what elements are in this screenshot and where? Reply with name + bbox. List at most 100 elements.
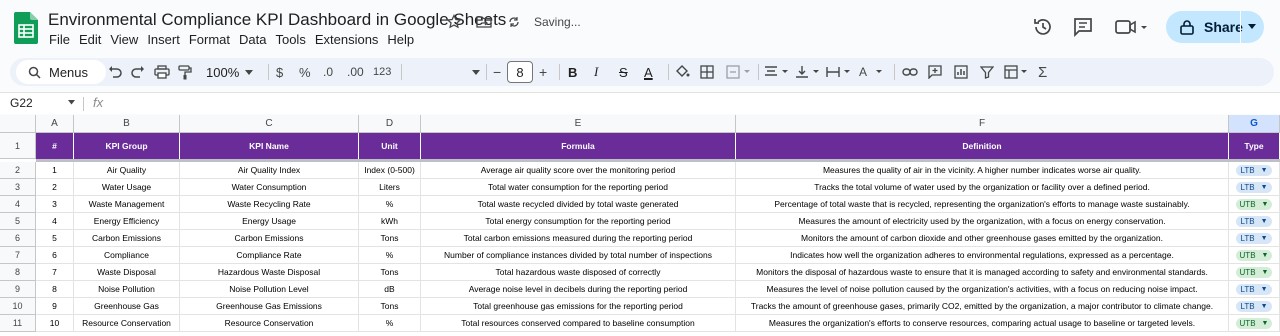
cell-formula[interactable]: Average air quality score over the monit…: [421, 162, 736, 179]
cell-n[interactable]: 7: [36, 264, 74, 281]
cell-formula[interactable]: Total resources conserved compared to ba…: [421, 315, 736, 332]
row-header[interactable]: 8: [0, 264, 36, 281]
row-header[interactable]: 11: [0, 315, 36, 332]
chevron-down-icon[interactable]: ▼: [1262, 201, 1269, 208]
cell-group[interactable]: Noise Pollution: [74, 281, 180, 298]
cell-definition[interactable]: Percentage of total waste that is recycl…: [736, 196, 1229, 213]
row-header[interactable]: 4: [0, 196, 36, 213]
cell-formula[interactable]: Total water consumption for the reportin…: [421, 179, 736, 196]
menu-view[interactable]: View: [109, 32, 143, 47]
cell-unit[interactable]: dB: [359, 281, 421, 298]
chevron-down-icon[interactable]: [68, 100, 75, 105]
menu-format[interactable]: Format: [188, 32, 235, 47]
cell-name[interactable]: Energy Usage: [180, 213, 359, 230]
menu-tools[interactable]: Tools: [274, 32, 310, 47]
select-all-corner[interactable]: [0, 115, 36, 133]
chevron-down-icon[interactable]: ▼: [1262, 269, 1269, 276]
cell-n[interactable]: 3: [36, 196, 74, 213]
move-folder-icon[interactable]: [474, 12, 494, 32]
chevron-down-icon[interactable]: [1248, 24, 1256, 30]
header-type[interactable]: Type: [1229, 133, 1280, 159]
type-chip[interactable]: UTB ▼: [1235, 266, 1273, 278]
header-number[interactable]: #: [36, 133, 74, 159]
cell-group[interactable]: Waste Disposal: [74, 264, 180, 281]
decrease-decimal-button[interactable]: .0: [323, 58, 333, 86]
type-dropdown-cell[interactable]: LTB ▼: [1229, 162, 1280, 179]
cell-group[interactable]: Waste Management: [74, 196, 180, 213]
column-header-d[interactable]: D: [359, 115, 421, 133]
cell-unit[interactable]: Liters: [359, 179, 421, 196]
cell-unit[interactable]: %: [359, 315, 421, 332]
cell-name[interactable]: Compliance Rate: [180, 247, 359, 264]
merge-cells-icon[interactable]: [726, 58, 752, 86]
text-color-button[interactable]: A: [644, 58, 653, 86]
vertical-align-icon[interactable]: [795, 58, 823, 86]
type-chip[interactable]: UTB ▼: [1235, 317, 1273, 329]
cell-unit[interactable]: Tons: [359, 298, 421, 315]
type-dropdown-cell[interactable]: UTB ▼: [1229, 264, 1280, 281]
header-formula[interactable]: Formula: [421, 133, 736, 159]
menu-file[interactable]: File: [48, 32, 75, 47]
cell-group[interactable]: Air Quality: [74, 162, 180, 179]
cell-name[interactable]: Carbon Emissions: [180, 230, 359, 247]
menu-edit[interactable]: Edit: [78, 32, 106, 47]
cell-unit[interactable]: kWh: [359, 213, 421, 230]
horizontal-align-icon[interactable]: [764, 58, 792, 86]
cell-definition[interactable]: Measures the level of noise pollution ca…: [736, 281, 1229, 298]
meet-icon[interactable]: [1114, 14, 1148, 40]
sheets-logo-icon[interactable]: [14, 12, 38, 44]
type-chip[interactable]: LTB ▼: [1236, 283, 1272, 295]
cell-n[interactable]: 6: [36, 247, 74, 264]
row-header[interactable]: 5: [0, 213, 36, 230]
search-menus[interactable]: Menus: [16, 60, 106, 84]
type-dropdown-cell[interactable]: LTB ▼: [1229, 230, 1280, 247]
cell-n[interactable]: 10: [36, 315, 74, 332]
cell-unit[interactable]: %: [359, 247, 421, 264]
paint-format-icon[interactable]: [178, 58, 192, 86]
increase-font-size-button[interactable]: +: [539, 58, 547, 86]
text-wrap-icon[interactable]: [826, 58, 854, 86]
row-header[interactable]: 6: [0, 230, 36, 247]
type-dropdown-cell[interactable]: UTB ▼: [1229, 315, 1280, 332]
insert-comment-icon[interactable]: [928, 58, 942, 86]
share-button[interactable]: Share: [1166, 11, 1264, 43]
type-chip[interactable]: LTB ▼: [1236, 181, 1272, 193]
header-kpi-name[interactable]: KPI Name: [180, 133, 359, 159]
cell-unit[interactable]: Tons: [359, 230, 421, 247]
type-dropdown-cell[interactable]: LTB ▼: [1229, 298, 1280, 315]
cell-definition[interactable]: Measures the quality of air in the vicin…: [736, 162, 1229, 179]
cell-definition[interactable]: Measures the organization's efforts to c…: [736, 315, 1229, 332]
cell-unit[interactable]: Tons: [359, 264, 421, 281]
cell-name[interactable]: Noise Pollution Level: [180, 281, 359, 298]
column-header-e[interactable]: E: [421, 115, 736, 133]
header-unit[interactable]: Unit: [359, 133, 421, 159]
insert-chart-icon[interactable]: [954, 58, 968, 86]
cell-formula[interactable]: Total greenhouse gas emissions for the r…: [421, 298, 736, 315]
row-header[interactable]: 9: [0, 281, 36, 298]
cell-name[interactable]: Air Quality Index: [180, 162, 359, 179]
cell-name[interactable]: Water Consumption: [180, 179, 359, 196]
cell-unit[interactable]: %: [359, 196, 421, 213]
menu-help[interactable]: Help: [386, 32, 419, 47]
type-chip[interactable]: UTB ▼: [1235, 198, 1273, 210]
cell-name[interactable]: Resource Conservation: [180, 315, 359, 332]
chevron-down-icon[interactable]: ▼: [1261, 167, 1268, 174]
cell-formula[interactable]: Average noise level in decibels during t…: [421, 281, 736, 298]
type-chip[interactable]: LTB ▼: [1236, 215, 1272, 227]
redo-icon[interactable]: [131, 58, 145, 86]
borders-icon[interactable]: [700, 58, 714, 86]
spreadsheet-grid[interactable]: A B C D E F G 1 # KPI Group KPI Name Unit Formula Def…: [0, 115, 1280, 336]
undo-icon[interactable]: [108, 58, 122, 86]
row-header[interactable]: 7: [0, 247, 36, 264]
type-chip[interactable]: LTB ▼: [1236, 300, 1272, 312]
column-header-c[interactable]: C: [180, 115, 359, 133]
cell-formula[interactable]: Total waste recycled divided by total wa…: [421, 196, 736, 213]
increase-decimal-button[interactable]: .00: [347, 58, 364, 86]
cell-definition[interactable]: Tracks the amount of greenhouse gases, p…: [736, 298, 1229, 315]
chevron-down-icon[interactable]: ▼: [1262, 252, 1269, 259]
strikethrough-button[interactable]: S: [619, 58, 628, 86]
cell-formula[interactable]: Number of compliance instances divided b…: [421, 247, 736, 264]
chevron-down-icon[interactable]: ▼: [1261, 286, 1268, 293]
cell-n[interactable]: 5: [36, 230, 74, 247]
type-chip[interactable]: LTB ▼: [1236, 232, 1272, 244]
